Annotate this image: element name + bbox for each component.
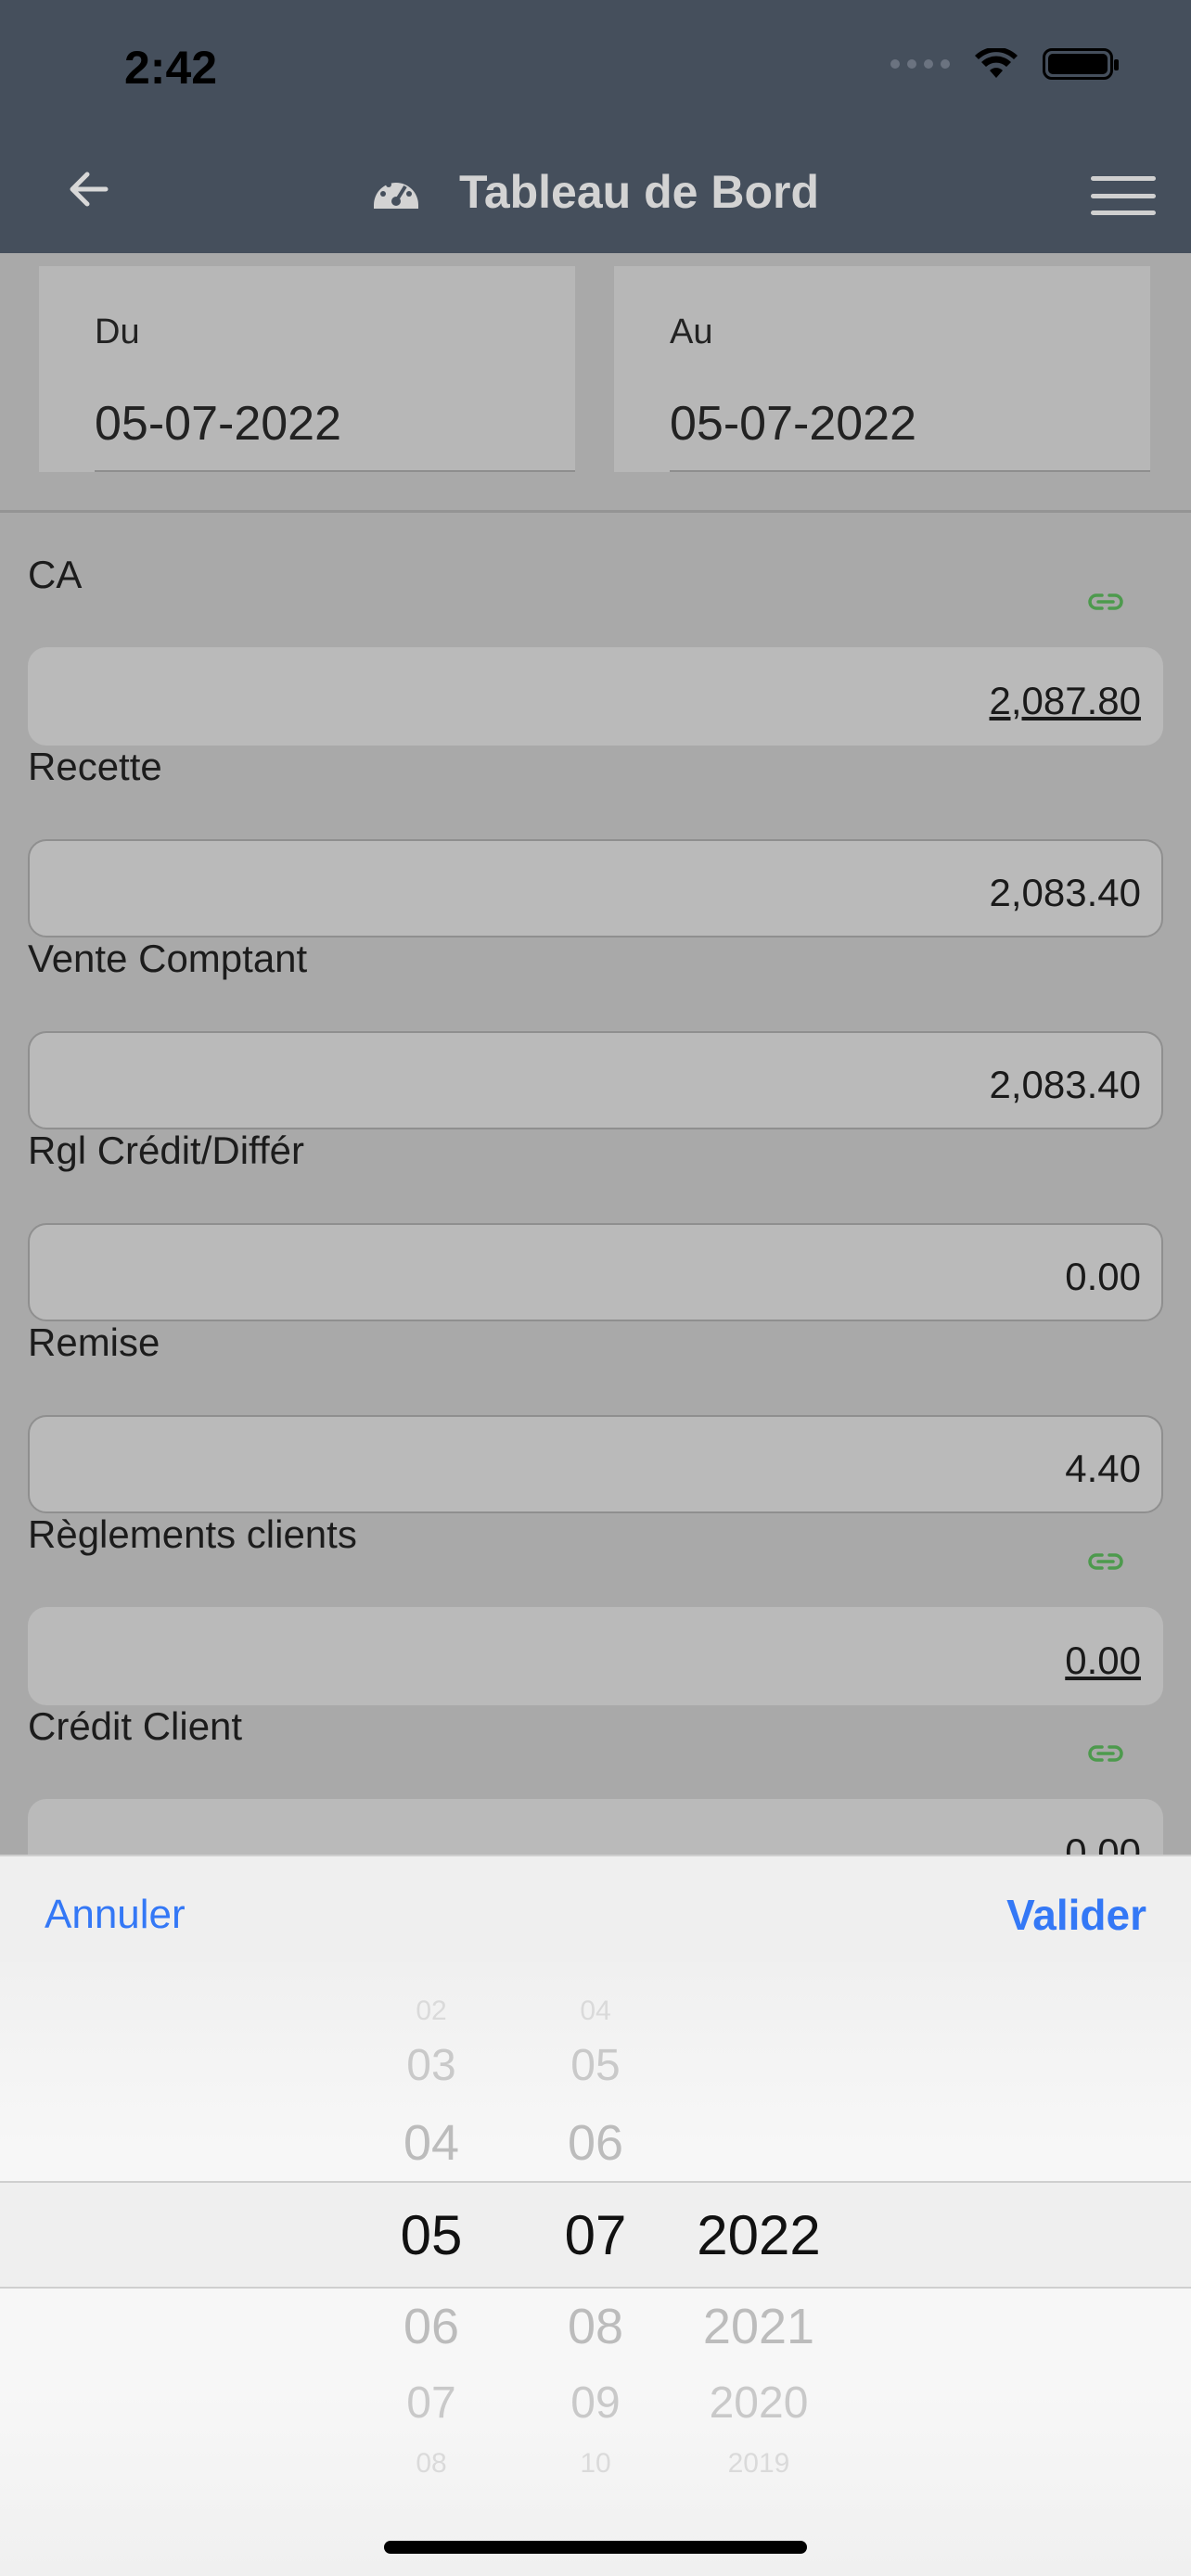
cellular-signal-icon [890, 59, 950, 69]
wheel-item[interactable]: 2019 [685, 2448, 833, 2480]
field-value: 2,083.40 [989, 871, 1142, 914]
field-value: 4.40 [1065, 1447, 1141, 1490]
hamburger-menu-icon[interactable] [1091, 176, 1156, 215]
date-to-value[interactable]: 05-07-2022 [670, 396, 916, 452]
field-label: Remise [28, 1320, 160, 1364]
field-label: Règlements clients [28, 1512, 357, 1556]
date-picker-sheet: Annuler Valider 02 03 04 05 06 07 08 04 … [0, 1855, 1191, 2576]
picker-wheels: 02 03 04 05 06 07 08 04 05 06 07 08 09 1… [0, 1962, 1191, 2576]
wheel-selected-item[interactable]: 07 [521, 2203, 670, 2267]
date-range: Du 05-07-2022 Au 05-07-2022 [0, 253, 1191, 513]
field-label: Rgl Crédit/Différ [28, 1129, 304, 1172]
field-value-box: 4.40 [28, 1415, 1163, 1513]
wheel-item[interactable]: 05 [521, 2040, 670, 2091]
field-value-box: 2,083.40 [28, 839, 1163, 937]
day-wheel[interactable]: 02 03 04 05 06 07 08 [357, 1962, 506, 2576]
page-title: Tableau de Bord [458, 166, 819, 218]
field-value-box: 0.00 [28, 1223, 1163, 1321]
wheel-item[interactable]: 04 [357, 2114, 506, 2172]
date-from-label: Du [95, 312, 140, 351]
app-header: 2:42 Tableau de Bord [0, 0, 1191, 253]
wheel-item[interactable]: 04 [521, 1996, 670, 2027]
link-icon[interactable] [1085, 1548, 1126, 1575]
page-title-area: Tableau de Bord [0, 165, 1191, 219]
field-value-link[interactable]: 0.00 [1065, 1639, 1141, 1683]
field-value-box[interactable]: 0.00 [28, 1607, 1163, 1705]
wheel-item[interactable]: 07 [357, 2378, 506, 2429]
date-from-value[interactable]: 05-07-2022 [95, 396, 341, 452]
wheel-item[interactable]: 08 [357, 2448, 506, 2480]
field-value-box: 2,083.40 [28, 1031, 1163, 1129]
home-indicator[interactable] [384, 2541, 807, 2554]
dashboard-gauge-icon [373, 182, 418, 209]
wheel-item[interactable]: 06 [521, 2114, 670, 2172]
field-value: 2,083.40 [989, 1063, 1142, 1106]
field-label: Recette [28, 745, 162, 788]
wheel-selected-item[interactable]: 05 [357, 2203, 506, 2267]
link-icon[interactable] [1085, 588, 1126, 616]
wheel-item[interactable]: 08 [521, 2298, 670, 2355]
wheel-item[interactable]: 06 [357, 2298, 506, 2355]
wheel-selected-item[interactable]: 2022 [685, 2203, 833, 2267]
field-label: Crédit Client [28, 1704, 243, 1748]
wheel-item[interactable]: 03 [357, 2040, 506, 2091]
wheel-item[interactable]: 02 [357, 1996, 506, 2027]
year-wheel[interactable]: 2022 2021 2020 2019 [685, 1962, 833, 2576]
battery-icon [1043, 48, 1119, 80]
cancel-button[interactable]: Annuler [45, 1892, 186, 1938]
wheel-item[interactable]: 09 [521, 2378, 670, 2429]
picker-toolbar: Annuler Valider [0, 1855, 1191, 1964]
status-icons [890, 48, 1119, 80]
wheel-item[interactable]: 2020 [685, 2378, 833, 2429]
confirm-button[interactable]: Valider [1006, 1890, 1146, 1940]
field-value-link[interactable]: 2,087.80 [990, 679, 1142, 723]
date-to-label: Au [670, 312, 713, 351]
date-from-field[interactable]: Du 05-07-2022 [39, 266, 575, 472]
link-icon[interactable] [1085, 1740, 1126, 1767]
field-value: 0.00 [1065, 1255, 1141, 1298]
wheel-item[interactable]: 10 [521, 2448, 670, 2480]
date-to-field[interactable]: Au 05-07-2022 [614, 266, 1150, 472]
status-time: 2:42 [124, 42, 218, 94]
field-value-box[interactable]: 2,087.80 [28, 647, 1163, 746]
month-wheel[interactable]: 04 05 06 07 08 09 10 [521, 1962, 670, 2576]
field-label: CA [28, 553, 83, 596]
wheel-item[interactable]: 2021 [685, 2298, 833, 2355]
field-label: Vente Comptant [28, 937, 308, 980]
wifi-icon [975, 48, 1018, 78]
